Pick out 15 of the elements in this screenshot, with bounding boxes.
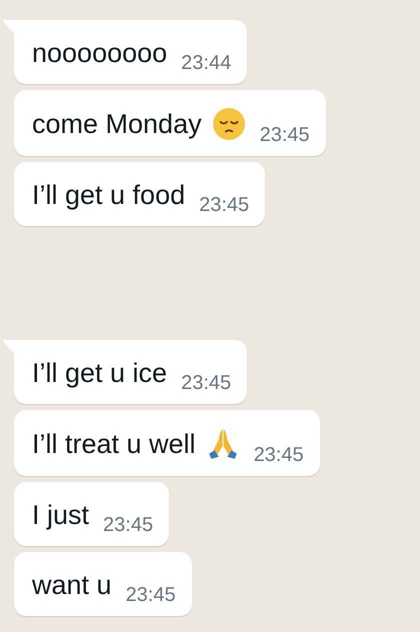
message-text: I just	[32, 499, 90, 531]
message-text: want u	[32, 569, 112, 601]
message-text: I’ll get u ice	[32, 357, 168, 389]
message-time: 23:45	[260, 124, 310, 147]
message-time: 23:44	[181, 52, 232, 75]
message-text: I’ll get u food	[32, 179, 186, 211]
message-time: 23:45	[103, 514, 154, 537]
message-time: 23:45	[199, 194, 250, 217]
message-time: 23:45	[181, 372, 232, 395]
message-time: 23:45	[126, 584, 176, 607]
message-text: I’ll treat u well	[32, 428, 196, 460]
message-time: 23:45	[254, 444, 304, 467]
message-text: come Monday	[32, 108, 202, 140]
message-text: noooooooo	[32, 37, 168, 69]
pensive-face-icon	[212, 107, 246, 141]
